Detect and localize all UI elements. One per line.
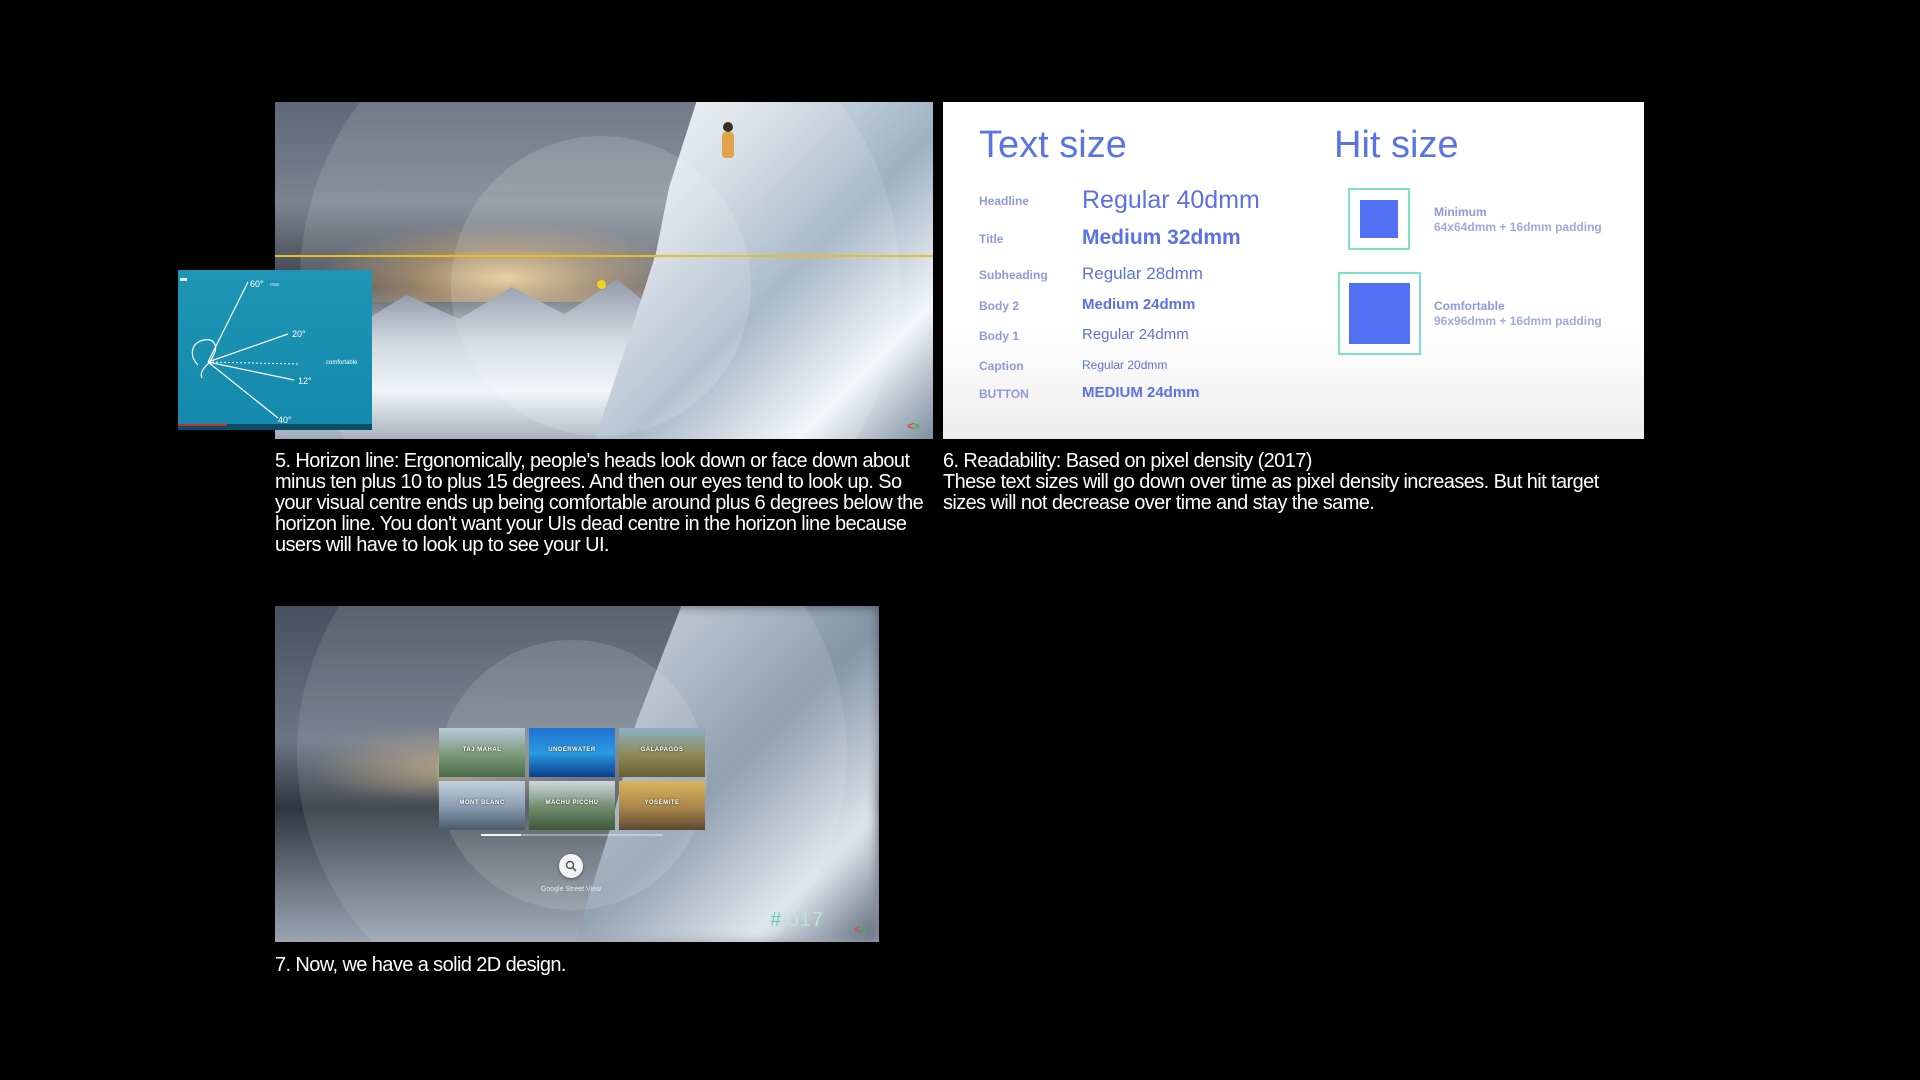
tile-label: GALAPAGOS bbox=[640, 747, 684, 753]
tile-taj-mahal[interactable]: TAJ MAHAL bbox=[439, 728, 525, 777]
comfortable-hit-name: Comfortable bbox=[1434, 299, 1505, 313]
ergonomics-diagram: 60° max 20° comfortable 12° 40° bbox=[178, 270, 372, 430]
tile-mont-blanc[interactable]: MONT BLANC bbox=[439, 781, 525, 830]
row-value-headline: Regular 40dmm bbox=[1082, 186, 1260, 214]
row-value-title: Medium 32dmm bbox=[1082, 226, 1241, 249]
tile-underwater[interactable]: UNDERWATER bbox=[529, 728, 615, 777]
hashtag-text: io17 bbox=[782, 909, 824, 931]
tile-label: MACHU PICCHU bbox=[545, 800, 599, 806]
design2d-caption: 7. Now, we have a solid 2D design. bbox=[275, 955, 879, 976]
readability-caption: 6. Readability: Based on pixel density (… bbox=[943, 451, 1643, 514]
io-logo-icon: <> bbox=[906, 419, 920, 433]
hit-size-heading: Hit size bbox=[1334, 124, 1459, 166]
page: <> 60° max 20° comfortable 12° 40° 5. Ho… bbox=[0, 0, 1920, 1080]
angle-60-label: 60° bbox=[250, 279, 264, 289]
tile-label: MONT BLANC bbox=[459, 800, 505, 806]
tile-label: UNDERWATER bbox=[548, 747, 596, 753]
row-label-body1: Body 1 bbox=[979, 329, 1020, 343]
text-size-heading: Text size bbox=[979, 124, 1127, 166]
readability-title-text: 6. Readability: Based on pixel density (… bbox=[943, 450, 1312, 472]
climber-head bbox=[723, 122, 733, 132]
horizon-line bbox=[275, 255, 933, 257]
io-logo-icon: <> bbox=[854, 924, 866, 936]
horizon-caption-text: 5. Horizon line: Ergonomically, people's… bbox=[275, 450, 924, 556]
visual-centre-dot bbox=[597, 280, 606, 289]
solid-2d-design-slide: TAJ MAHAL UNDERWATER GALAPAGOS MONT BLAN… bbox=[275, 606, 879, 942]
video-controls-bar[interactable] bbox=[178, 424, 372, 430]
row-label-body2: Body 2 bbox=[979, 299, 1020, 313]
grid-scrollbar[interactable] bbox=[481, 834, 663, 836]
readability-caption-text: These text sizes will go down over time … bbox=[943, 471, 1599, 514]
comfortable-hit-target bbox=[1338, 272, 1421, 355]
row-value-button: MEDIUM 24dmm bbox=[1082, 384, 1200, 401]
hashtag-symbol: # bbox=[770, 909, 783, 931]
location-grid: TAJ MAHAL UNDERWATER GALAPAGOS MONT BLAN… bbox=[439, 728, 709, 832]
comfortable-hit-fill bbox=[1349, 283, 1410, 344]
row-label-headline: Headline bbox=[979, 194, 1030, 208]
minimum-hit-name: Minimum bbox=[1434, 205, 1487, 219]
tile-galapagos[interactable]: GALAPAGOS bbox=[619, 728, 705, 777]
row-value-caption: Regular 20dmm bbox=[1082, 358, 1168, 372]
readability-slide: Text size Hit size Headline Regular 40dm… bbox=[943, 102, 1644, 439]
row-label-title: Title bbox=[979, 232, 1004, 246]
head-angle-lines bbox=[191, 281, 299, 419]
comfortable-hit-desc: 96x96dmm + 16dmm padding bbox=[1434, 314, 1602, 328]
horizon-caption: 5. Horizon line: Ergonomically, people's… bbox=[275, 451, 935, 556]
design2d-caption-text: 7. Now, we have a solid 2D design. bbox=[275, 954, 566, 976]
angle-20-label: 20° bbox=[292, 329, 306, 339]
tile-machu-picchu[interactable]: MACHU PICCHU bbox=[529, 781, 615, 830]
row-label-caption: Caption bbox=[979, 359, 1024, 373]
search-caption: Google Street View bbox=[540, 886, 602, 893]
minimum-hit-target bbox=[1348, 188, 1410, 250]
video-progress[interactable] bbox=[178, 424, 227, 426]
row-label-button: BUTTON bbox=[979, 387, 1029, 401]
minimum-hit-desc: 64x64dmm + 16dmm padding bbox=[1434, 220, 1602, 234]
tile-label: YOSEMITE bbox=[644, 800, 680, 806]
row-label-subheading: Subheading bbox=[979, 268, 1048, 282]
search-button[interactable] bbox=[559, 854, 583, 878]
comfortable-label: comfortable bbox=[326, 360, 358, 366]
tile-label: TAJ MAHAL bbox=[462, 747, 502, 753]
row-value-body2: Medium 24dmm bbox=[1082, 296, 1196, 313]
climber-body bbox=[722, 132, 734, 158]
tile-yosemite[interactable]: YOSEMITE bbox=[619, 781, 705, 830]
angle-12-label: 12° bbox=[298, 376, 312, 386]
grid-scroll-thumb[interactable] bbox=[481, 834, 521, 836]
angle-max-sublabel: max bbox=[270, 282, 280, 288]
search-icon bbox=[565, 860, 577, 872]
io17-hashtag: #io17 bbox=[770, 909, 824, 932]
minimum-hit-fill bbox=[1360, 200, 1398, 238]
row-value-body1: Regular 24dmm bbox=[1082, 326, 1189, 343]
row-value-subheading: Regular 28dmm bbox=[1082, 264, 1203, 283]
climber-figure bbox=[717, 120, 739, 168]
horizon-line-slide: <> bbox=[275, 102, 933, 439]
